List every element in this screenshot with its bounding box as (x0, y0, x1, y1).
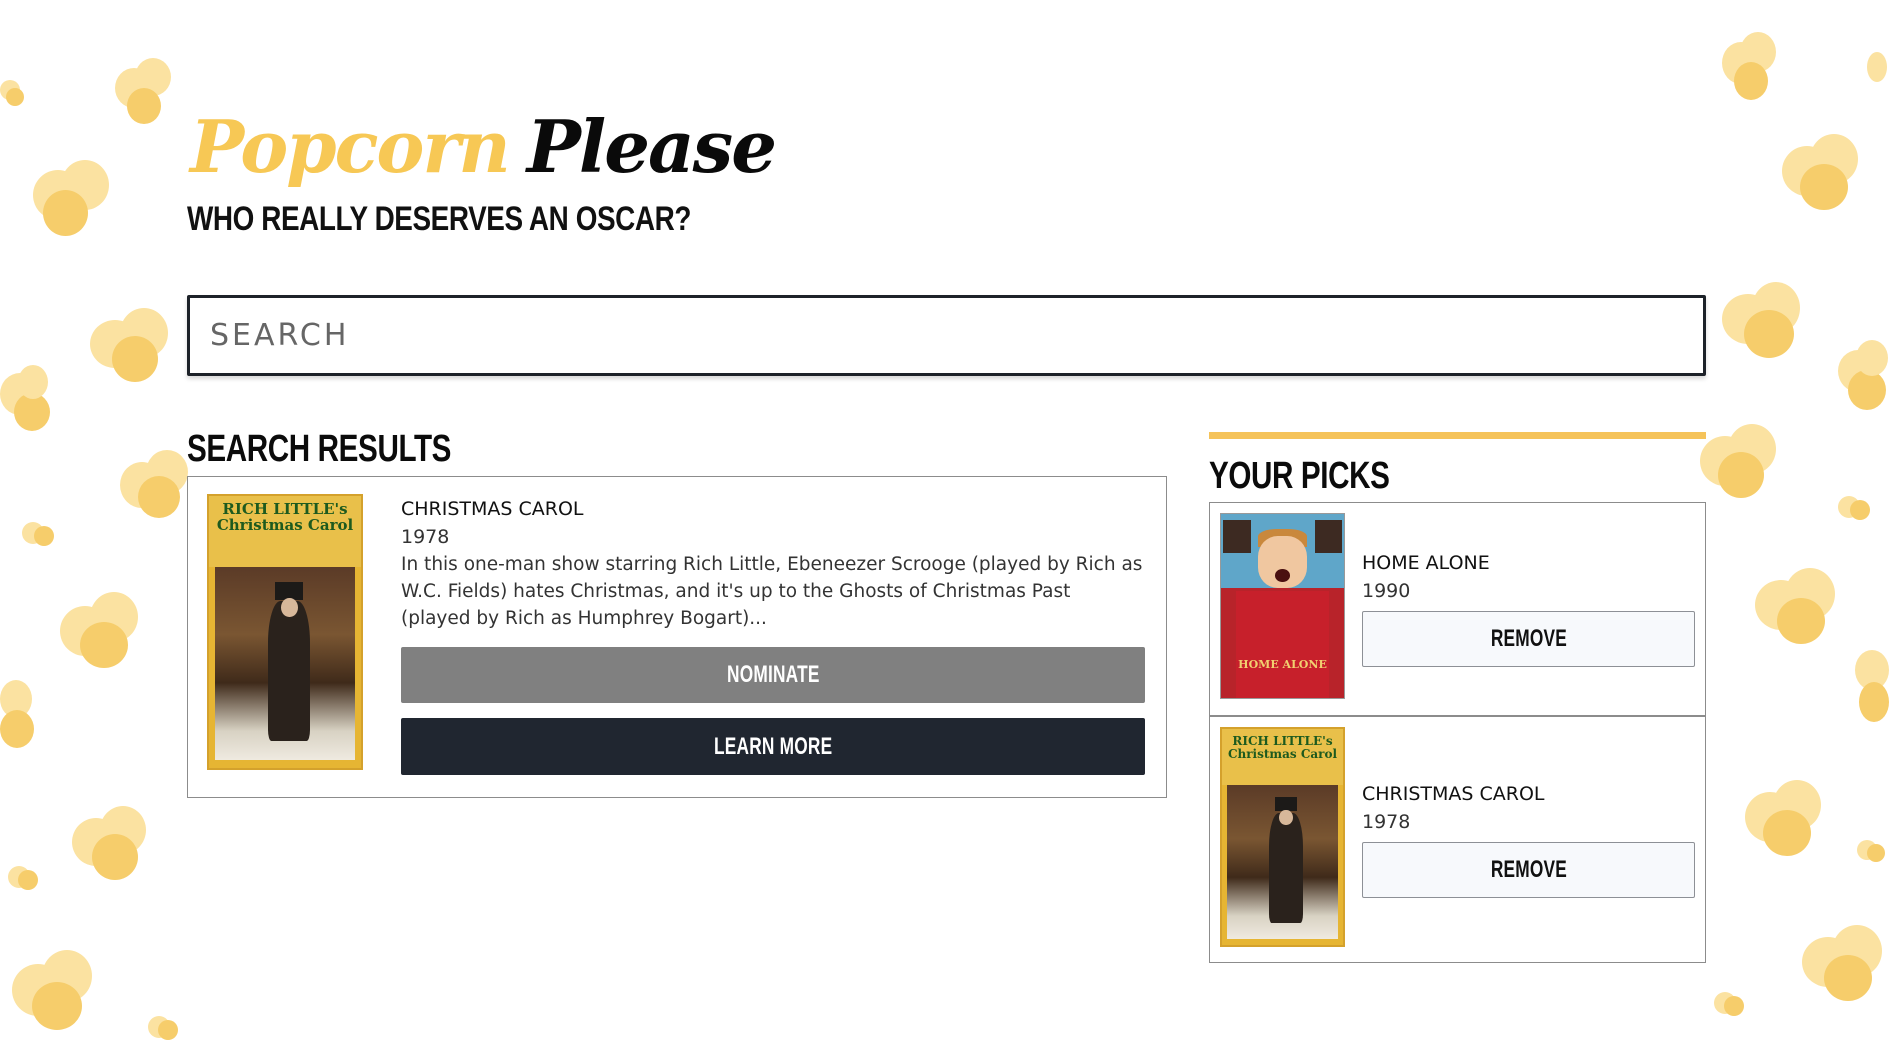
remove-button[interactable]: REMOVE (1362, 611, 1695, 667)
popcorn-decoration (148, 1012, 180, 1043)
popcorn-decoration (1700, 424, 1780, 502)
result-year: 1978 (401, 526, 450, 548)
popcorn-decoration (8, 862, 40, 892)
popcorn-decoration (72, 806, 150, 884)
popcorn-decoration (1755, 568, 1839, 648)
popcorn-decoration (115, 58, 175, 128)
popcorn-decoration (0, 680, 36, 752)
popcorn-decoration (90, 308, 172, 386)
page-tagline: WHO REALLY DESERVES AN OSCAR? (187, 200, 691, 238)
your-picks-heading: YOUR PICKS (1209, 455, 1390, 497)
logo-word-please: Please (526, 104, 777, 189)
popcorn-decoration (22, 518, 56, 548)
search-results-heading: SEARCH RESULTS (187, 428, 452, 470)
search-input[interactable] (210, 298, 1703, 373)
result-plot: In this one-man show starring Rich Littl… (401, 554, 1143, 629)
pick-year: 1978 (1362, 811, 1411, 833)
popcorn-decoration (33, 160, 113, 240)
popcorn-decoration (12, 950, 96, 1034)
remove-button[interactable]: REMOVE (1362, 842, 1695, 898)
popcorn-decoration (1838, 340, 1889, 412)
poster-title: HOME ALONE (1238, 657, 1327, 671)
popcorn-decoration (0, 365, 56, 435)
nominate-button[interactable]: NOMINATE (401, 647, 1145, 703)
popcorn-decoration (1745, 780, 1825, 860)
popcorn-decoration (1722, 282, 1806, 362)
popcorn-decoration (1714, 988, 1746, 1018)
app-logo: Popcorn Please (190, 104, 777, 194)
pick-title: HOME ALONE (1362, 552, 1490, 574)
pick-title: CHRISTMAS CAROL (1362, 783, 1545, 805)
movie-poster-home-alone: HOME ALONE (1220, 513, 1345, 699)
popcorn-decoration (120, 450, 190, 522)
pick-year: 1990 (1362, 580, 1411, 602)
movie-poster-christmas-carol: RICH LITTLE's Christmas Carol (1220, 727, 1345, 947)
poster-banner-text: RICH LITTLE's Christmas Carol (216, 500, 354, 534)
popcorn-decoration (1802, 925, 1886, 1005)
movie-poster-christmas-carol: RICH LITTLE's Christmas Carol (207, 494, 363, 770)
picks-divider (1209, 715, 1706, 717)
popcorn-decoration (1782, 134, 1862, 214)
picks-accent-rule (1209, 432, 1706, 439)
search-bar (187, 295, 1706, 376)
poster-banner-text: RICH LITTLE's Christmas Carol (1227, 734, 1338, 761)
popcorn-decoration (1857, 836, 1887, 866)
popcorn-decoration (1867, 52, 1889, 86)
result-title: CHRISTMAS CAROL (401, 498, 584, 520)
popcorn-decoration (1722, 32, 1780, 104)
popcorn-decoration (1855, 650, 1889, 728)
popcorn-decoration (1838, 492, 1872, 524)
learn-more-button[interactable]: LEARN MORE (401, 718, 1145, 775)
popcorn-decoration (0, 78, 26, 108)
popcorn-decoration (60, 592, 142, 672)
logo-word-popcorn: Popcorn (190, 104, 511, 189)
